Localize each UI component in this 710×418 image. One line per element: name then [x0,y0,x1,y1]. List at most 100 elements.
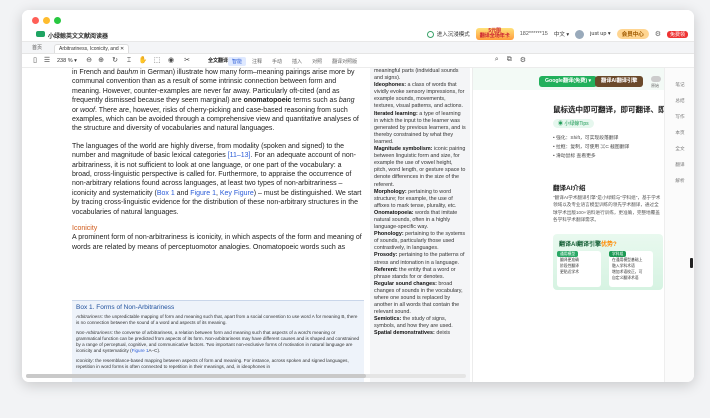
free-badge[interactable]: 免费领 [666,30,688,38]
tip-item: • 强化：Shift，可实现段落翻译 [553,136,619,141]
box-paragraph[interactable]: Arbitrariness: the unpredictable mapping… [76,314,360,326]
text-select-icon[interactable]: ⌶ [124,56,134,66]
side-nav-item[interactable]: 本页 [669,130,691,136]
box-link[interactable]: Box 1 [157,190,175,197]
scrollbar-thumb[interactable] [26,374,366,378]
app-window: 小绿鲸英文文献阅读器 进入沉浸模式 5元限 翻译全场年卡 182******15… [22,10,694,382]
intro-heading: 翻译AI介绍 [553,185,586,192]
side-nav-item[interactable]: 写作 [669,114,691,120]
document-viewer[interactable]: in French and bauhm in German) illustrat… [22,68,472,382]
mode-compare[interactable]: 对照 [308,57,326,66]
maximize-window-button[interactable] [54,17,61,24]
close-window-button[interactable] [32,17,39,24]
tab-document[interactable]: Arbitrariness, Iconicity, and ✕ [54,44,130,53]
glossary-column[interactable]: meaningful parts (individual sounds and … [370,68,470,382]
side-nav-item[interactable]: 解析 [669,178,691,184]
search-icon[interactable]: ⌕ [495,56,499,64]
glossary-term: Morphology: [374,188,407,195]
ai-translate-tab[interactable]: 翻译AI翻译引擎 [595,76,644,87]
glossary-entry[interactable]: Ideophones: a class of words that vividl… [374,82,466,110]
glossary-term: Iterated learning: [374,110,418,117]
paragraph-1[interactable]: in French and bauhm in German) illustrat… [72,68,362,134]
engine-selector: Google翻译(免费) ▾ 翻译AI翻译引擎 原始 [473,68,665,90]
side-nav-item[interactable]: 总结 [669,98,691,104]
username[interactable]: just up ▾ [590,31,611,37]
mode-smart[interactable]: 智能 [228,57,247,66]
tab-home[interactable]: 首页 [28,44,46,53]
right-side-nav: 笔记总结写作本页全文翻译解析 [664,68,694,382]
glossary-term: Spatial demonstratives: [374,330,435,337]
original-toggle[interactable] [651,76,661,82]
scissors-icon[interactable]: ✂ [182,56,192,66]
glossary-entry[interactable]: Magnitude symbolism: iconic pairing betw… [374,146,466,189]
screenshot-icon[interactable]: ⬚ [152,56,162,66]
vip-center-button[interactable]: 会员中心 [616,29,649,39]
advantage-card[interactable]: 翻译AI翻译引擎优势? 通用模型 翻译更准确 阶段性翻译 更贴近学术 学科组 在… [553,234,663,290]
glossary-entry[interactable]: Spatial demonstratives: deixis [374,330,466,337]
zoom-in-icon[interactable]: ⊕ [96,56,106,66]
rotate-icon[interactable]: ↻ [110,56,120,66]
glossary-term: Phonology: [374,231,404,238]
side-nav-item[interactable]: 全文 [669,146,691,152]
copy-icon[interactable]: ⧉ [507,56,512,64]
full-translate-button[interactable]: 全文翻译 [208,56,228,66]
tips-list: • 强化：Shift，可实现段落翻译 • 拉框：复制，可使用 ⌘C 截图翻译 •… [553,134,629,161]
app-logo-icon [36,31,45,37]
glossary-entry[interactable]: Morphology: pertaining to word structure… [374,189,466,210]
minimize-window-button[interactable] [43,17,50,24]
advantage-title: 翻译AI翻译引擎优势? [559,242,617,248]
glossary-entry[interactable]: Phonology: pertaining to the systems of … [374,231,466,252]
language-select[interactable]: 中文 ▾ [554,30,569,38]
glossary-entry[interactable]: Onomatopoeia: words that imitate natural… [374,210,466,231]
key-figure-link[interactable]: Key Figure [220,190,254,197]
side-nav-item[interactable]: 翻译 [669,162,691,168]
glossary-term: Referent: [374,266,398,273]
glossary-entry[interactable]: Iterated learning: a type of learning in… [374,111,466,146]
zoom-out-icon[interactable]: ⊖ [84,56,94,66]
glossary-definition: deixis [434,330,451,337]
mode-annotate[interactable]: 注释 [248,57,266,66]
google-translate-tab[interactable]: Google翻译(免费) ▾ [539,76,598,87]
discipline-model-column: 学科组 在通用模型基础上 融入学科术语 增加术语校正，可 自定义翻译术语 [609,251,653,287]
box-paragraph[interactable]: Non-Arbitrariness: the converse of arbit… [76,330,360,354]
glossary-entry[interactable]: Semiotics: the study of signs, symbols, … [374,316,466,330]
glossary-term: Regular sound changes: [374,280,437,287]
horizontal-scrollbar[interactable] [26,374,466,378]
immersive-mode-button[interactable]: 进入沉浸模式 [426,30,470,38]
glossary-entry[interactable]: Regular sound changes: broad changes of … [374,281,466,316]
mode-insert[interactable]: 插入 [288,57,306,66]
glossary-term: Semiotics: [374,316,402,323]
glossary-entry[interactable]: meaningful parts (individual sounds and … [374,68,466,82]
tip-item: • 滑动鼠标 查看更多 [553,154,596,159]
avatar[interactable] [575,29,585,39]
toolbar-right: ⌕ ⧉ ⚙ [495,56,526,64]
paragraph-3[interactable]: A prominent form of non-arbitrariness is… [72,233,362,252]
mode-manual[interactable]: 手动 [268,57,286,66]
gear-icon[interactable]: ⚙ [655,30,661,38]
outline-icon[interactable]: ☰ [42,56,52,66]
sidebar-toggle-icon[interactable]: ▯ [30,56,40,66]
paragraph-2[interactable]: The languages of the world are highly di… [72,142,362,217]
side-nav-item[interactable]: 笔记 [669,82,691,88]
citation-link[interactable]: [11–13] [228,152,251,159]
collapse-handle[interactable] [690,258,693,268]
toolbar: ▯ ☰ 238 % ▾ ⊖ ⊕ ↻ ⌶ ✋ ⬚ ◉ ✂ 全文翻译 智能 注释 手… [22,54,694,68]
figure-link[interactable]: Figure 1 [190,190,216,197]
glossary-term: Onomatopoeia: [374,209,414,216]
titlebar-actions: 进入沉浸模式 5元限 翻译全场年卡 182******15 中文 ▾ just … [426,28,688,40]
close-tab-icon[interactable]: ✕ [120,46,124,52]
box-paragraph[interactable]: Iconicity: the resemblance-based mapping… [76,358,360,370]
intro-text: "翻译AI学术翻译引擎"是小绿鲸与"学科组"，基于学术领域以及专业语言模型训练的… [553,195,661,223]
glossary-entry[interactable]: Prosody: pertaining to the patterns of s… [374,252,466,266]
promo-badge[interactable]: 5元限 翻译全场年卡 [475,28,514,40]
account-phone: 182******15 [519,31,548,37]
page-content: in French and bauhm in German) illustrat… [72,68,364,382]
zoom-select[interactable]: 238 % ▾ [57,56,77,66]
tip-item: • 拉框：复制，可使用 ⌘C 截图翻译 [553,145,630,150]
hand-tool-icon[interactable]: ✋ [138,56,148,66]
figure-link[interactable]: Figure 1 [132,348,149,353]
eye-icon[interactable]: ◉ [166,56,176,66]
glossary-entry[interactable]: Referent: the entity that a word or phra… [374,267,466,281]
mode-compare-version[interactable]: 翻译对照版 [328,57,361,66]
settings-icon[interactable]: ⚙ [520,56,526,64]
